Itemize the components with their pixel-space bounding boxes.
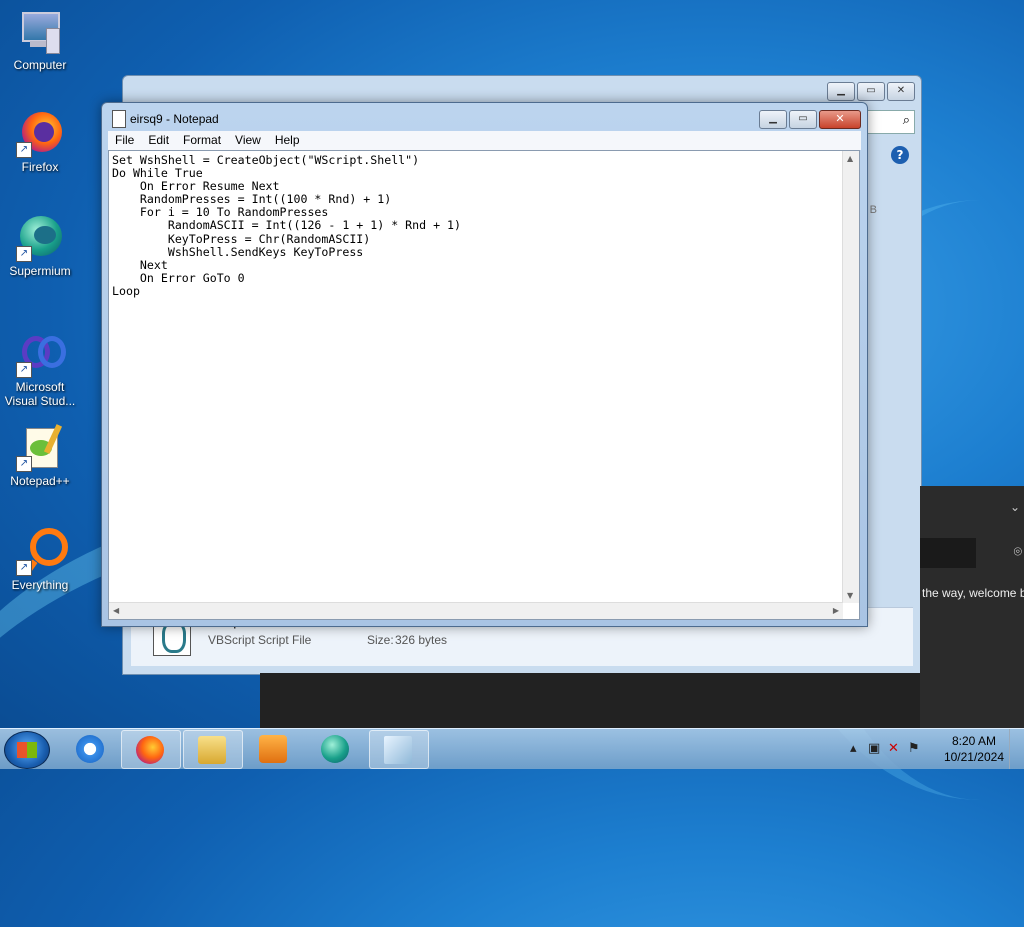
taskbar-ie[interactable] [62, 730, 120, 767]
desktop-icon-supermium[interactable]: ↗ Supermium [0, 214, 80, 278]
desktop-icon-label: Visual Stud... [4, 394, 76, 408]
explorer-close-button[interactable]: ✕ [887, 82, 915, 101]
desktop-icon-label: Notepad++ [10, 474, 70, 488]
scroll-down-icon[interactable]: ▼ [847, 591, 853, 600]
shortcut-arrow-icon: ↗ [16, 456, 32, 472]
taskbar-explorer[interactable] [183, 730, 243, 769]
notepad-window[interactable]: eirsq9 - Notepad ▁ ▭ ✕ File Edit Format … [101, 102, 868, 627]
notepad-title: eirsq9 - Notepad [130, 112, 219, 126]
notepad-icon [384, 736, 412, 764]
taskbar: ▴ ▣ ✕ ⚑ 8:20 AM 10/21/2024 [0, 728, 1024, 769]
notepad-minimize-button[interactable]: ▁ [759, 110, 787, 129]
start-button[interactable] [4, 731, 50, 769]
notepad-icon [112, 110, 126, 128]
help-icon[interactable]: ? [891, 146, 909, 164]
menu-help[interactable]: Help [268, 131, 307, 150]
taskbar-supermium[interactable] [307, 730, 365, 767]
show-hidden-icons-icon[interactable]: ▴ [850, 741, 857, 756]
desktop-icon-computer[interactable]: Computer [0, 8, 80, 72]
dark-panel-bar [920, 538, 976, 568]
shortcut-arrow-icon: ↗ [16, 362, 32, 378]
details-size-value: 326 bytes [395, 633, 448, 647]
notepadpp-icon: ↗ [16, 424, 64, 472]
vertical-scrollbar[interactable]: ▲ ▼ [842, 151, 859, 603]
system-tray: ▴ ▣ ✕ ⚑ 8:20 AM 10/21/2024 [844, 729, 1024, 769]
shortcut-arrow-icon: ↗ [16, 246, 32, 262]
supermium-icon: ↗ [16, 214, 64, 262]
dark-background-area [260, 673, 1024, 728]
menu-edit[interactable]: Edit [141, 131, 176, 150]
clock-time: 8:20 AM [951, 734, 996, 748]
taskbar-media-player[interactable] [245, 730, 303, 767]
notepad-menubar: File Edit Format View Help [108, 131, 861, 150]
everything-icon: ↗ [16, 528, 68, 576]
shortcut-arrow-icon: ↗ [16, 142, 32, 158]
notepad-maximize-button[interactable]: ▭ [789, 110, 817, 129]
desktop-icon-label: Microsoft [15, 380, 65, 394]
explorer-maximize-button[interactable]: ▭ [857, 82, 885, 101]
show-desktop-button[interactable] [1009, 729, 1024, 769]
search-icon: ⌕ [902, 113, 910, 128]
desktop-icon-visual-studio[interactable]: ↗ Microsoft Visual Stud... [0, 330, 80, 408]
desktop-icon-label: Everything [11, 578, 69, 592]
explorer-search-input[interactable]: ⌕ [863, 110, 915, 134]
visual-studio-icon: ↗ [16, 330, 66, 378]
clock-date: 10/21/2024 [943, 750, 1004, 764]
action-center-flag-icon[interactable]: ⚑ [908, 741, 920, 756]
menu-view[interactable]: View [228, 131, 268, 150]
menu-format[interactable]: Format [176, 131, 228, 150]
firefox-icon [136, 736, 164, 764]
scroll-left-icon[interactable]: ◀ [113, 606, 119, 615]
explorer-minimize-button[interactable]: ▁ [827, 82, 855, 101]
windows-logo-icon [17, 742, 37, 758]
firefox-icon: ↗ [16, 110, 64, 158]
media-player-icon [259, 735, 287, 763]
notification-icon[interactable]: ⌾ [1014, 544, 1022, 560]
computer-icon [16, 8, 64, 56]
internet-explorer-icon [76, 735, 104, 763]
volume-muted-icon[interactable]: ✕ [888, 741, 899, 756]
desktop-icon-label: Supermium [9, 264, 71, 278]
details-file-type: VBScript Script File [208, 633, 312, 647]
taskbar-firefox[interactable] [121, 730, 181, 769]
scroll-up-icon[interactable]: ▲ [847, 154, 853, 163]
network-icon[interactable]: ▣ [868, 741, 880, 756]
scroll-right-icon[interactable]: ▶ [833, 606, 839, 615]
clock[interactable]: 8:20 AM 10/21/2024 [944, 733, 1004, 765]
notepad-close-button[interactable]: ✕ [819, 110, 861, 129]
menu-file[interactable]: File [108, 131, 141, 150]
desktop-icon-everything[interactable]: ↗ Everything [0, 528, 80, 592]
notepad-content[interactable]: Set WshShell = CreateObject("WScript.She… [112, 153, 461, 298]
details-size-label: Size: [367, 633, 394, 647]
desktop-icon-notepadpp[interactable]: ↗ Notepad++ [0, 424, 80, 488]
folder-icon [198, 736, 226, 764]
dark-side-panel: ⌄ ⌾ the way, welcome b [920, 486, 1024, 728]
desktop-icon-label: Firefox [21, 160, 59, 174]
desktop-icon-label: Computer [13, 58, 67, 72]
desktop-icon-firefox[interactable]: ↗ Firefox [0, 110, 80, 174]
horizontal-scrollbar[interactable]: ◀ ▶ [109, 602, 843, 619]
shortcut-arrow-icon: ↗ [16, 560, 32, 576]
side-panel-text: the way, welcome b [922, 586, 1024, 600]
notepad-text-area[interactable]: Set WshShell = CreateObject("WScript.She… [108, 150, 860, 620]
supermium-icon [321, 735, 349, 763]
taskbar-notepad[interactable] [369, 730, 429, 769]
explorer-side-letter: B [869, 204, 877, 216]
